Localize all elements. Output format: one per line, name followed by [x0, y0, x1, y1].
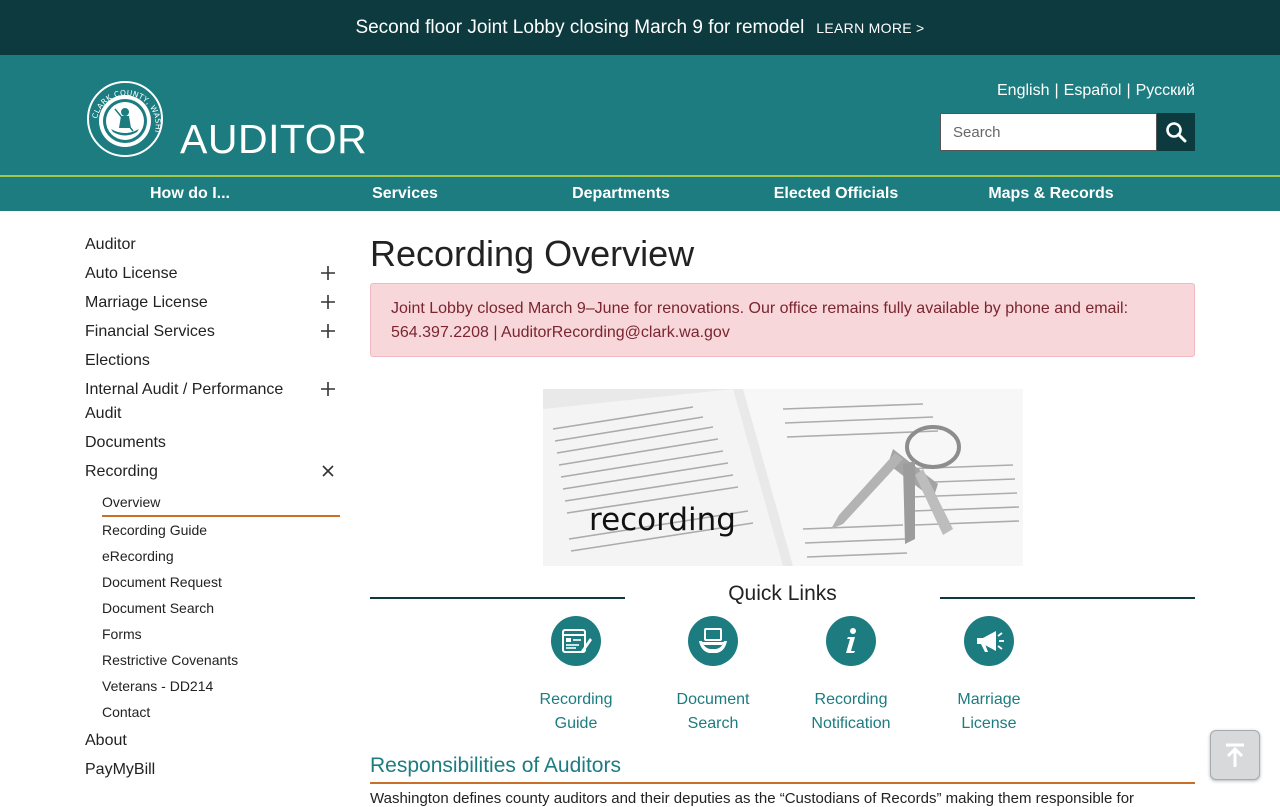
sidebar-item-label: Auto License: [85, 265, 178, 282]
responsibilities-heading: Responsibilities of Auditors: [370, 752, 1195, 784]
sidebar-item-auditor[interactable]: Auditor: [85, 231, 340, 260]
sidebar-item-label: Elections: [85, 352, 150, 369]
submenu-veterans-dd214[interactable]: Veterans - DD214: [102, 673, 340, 699]
document-form-icon: [551, 616, 601, 666]
quick-links-heading: Quick Links: [370, 580, 1195, 610]
recording-hero-image: recording: [543, 389, 1023, 566]
submenu-recording-guide[interactable]: Recording Guide: [102, 517, 340, 543]
lang-separator: |: [1054, 82, 1059, 99]
nav-elected-officials[interactable]: Elected Officials: [774, 177, 899, 211]
main-nav: How do I... Services Departments Elected…: [0, 175, 1280, 211]
site-title[interactable]: AUDITOR: [180, 119, 367, 160]
sidebar-item-label: PayMyBill: [85, 761, 156, 778]
language-switcher: English | Español | Русский: [997, 82, 1195, 100]
megaphone-icon: [964, 616, 1014, 666]
lang-separator: |: [1126, 82, 1131, 99]
quick-link-label: Marriage: [957, 691, 1021, 708]
quick-link-label: Notification: [811, 715, 891, 732]
quick-link-label: Search: [687, 715, 739, 732]
nav-maps-records[interactable]: Maps & Records: [988, 177, 1113, 211]
sidebar-item-label: Recording: [85, 463, 158, 480]
submenu-document-search[interactable]: Document Search: [102, 595, 340, 621]
alert-text-line1: Joint Lobby closed March 9–June for reno…: [391, 300, 1129, 317]
sidebar-item-label: Marriage License: [85, 294, 208, 311]
plus-icon[interactable]: [320, 265, 336, 281]
info-icon: [826, 616, 876, 666]
sidebar-item-label: Financial Services: [85, 323, 215, 340]
sidebar-item-internal-audit[interactable]: Internal Audit / Performance Audit: [85, 376, 340, 429]
plus-icon[interactable]: [320, 323, 336, 339]
quick-link-document-search[interactable]: Document Search: [653, 616, 773, 736]
alert-text-line2: 564.397.2208 | AuditorRecording@clark.wa…: [391, 324, 730, 341]
submenu-contact[interactable]: Contact: [102, 699, 340, 725]
submenu-overview[interactable]: Overview: [102, 489, 340, 517]
learn-more-link[interactable]: LEARN MORE >: [816, 20, 924, 36]
sidebar-item-label: Auditor: [85, 236, 136, 253]
nav-services[interactable]: Services: [372, 177, 438, 211]
nav-departments[interactable]: Departments: [572, 177, 670, 211]
sidebar-item-recording[interactable]: Recording: [85, 458, 340, 487]
sidebar-item-documents[interactable]: Documents: [85, 429, 340, 458]
sidebar-item-marriage-license[interactable]: Marriage License: [85, 289, 340, 318]
lang-russian[interactable]: Русский: [1136, 82, 1195, 100]
lang-english[interactable]: English: [997, 82, 1049, 100]
sidebar-item-about[interactable]: About: [85, 727, 340, 756]
main-content: Recording Overview Joint Lobby closed Ma…: [370, 231, 1195, 807]
documents-keys-illustration: [543, 389, 1023, 566]
plus-icon[interactable]: [320, 294, 336, 310]
sidebar-item-label: Documents: [85, 434, 166, 451]
submenu-erecording[interactable]: eRecording: [102, 543, 340, 569]
close-icon[interactable]: [320, 463, 336, 479]
sidebar-item-label: About: [85, 732, 127, 749]
quick-link-recording-notification[interactable]: Recording Notification: [791, 616, 911, 736]
announcement-bar: Second floor Joint Lobby closing March 9…: [0, 0, 1280, 55]
sidebar-item-financial-services[interactable]: Financial Services: [85, 318, 340, 347]
back-to-top-button[interactable]: [1210, 730, 1260, 780]
plus-icon[interactable]: [320, 381, 336, 397]
announcement-message: Second floor Joint Lobby closing March 9…: [355, 16, 805, 38]
search-button[interactable]: [1157, 113, 1195, 151]
sidebar-item-paymybill[interactable]: PayMyBill: [85, 756, 340, 785]
sidebar-item-auto-license[interactable]: Auto License: [85, 260, 340, 289]
arrow-up-icon: [1226, 743, 1244, 767]
hero-caption: recording: [589, 502, 736, 538]
quick-link-marriage-license[interactable]: Marriage License: [929, 616, 1049, 736]
recording-submenu: Overview Recording Guide eRecording Docu…: [102, 489, 340, 725]
laptop-hands-icon: [688, 616, 738, 666]
sidebar-item-elections[interactable]: Elections: [85, 347, 340, 376]
divider: [940, 597, 1195, 599]
search-icon: [1166, 122, 1187, 143]
county-seal-logo[interactable]: CLARK COUNTY, WASHINGTON: [82, 72, 165, 159]
search-form: [940, 113, 1195, 151]
responsibilities-text: Washington defines county auditors and t…: [370, 790, 1135, 807]
lobby-closure-alert: Joint Lobby closed March 9–June for reno…: [370, 283, 1195, 357]
search-input[interactable]: [940, 113, 1157, 151]
lang-spanish[interactable]: Español: [1064, 82, 1122, 100]
quick-link-label: Recording: [539, 691, 613, 708]
divider: [370, 597, 625, 599]
quick-link-label: Guide: [554, 715, 598, 732]
sidebar-item-label: Internal Audit / Performance Audit: [85, 381, 284, 422]
quick-link-recording-guide[interactable]: Recording Guide: [516, 616, 636, 736]
submenu-restrictive-covenants[interactable]: Restrictive Covenants: [102, 647, 340, 673]
submenu-forms[interactable]: Forms: [102, 621, 340, 647]
quick-links-title: Quick Links: [728, 582, 837, 605]
page-title: Recording Overview: [370, 233, 695, 274]
nav-how-do-i[interactable]: How do I...: [150, 177, 230, 211]
submenu-document-request[interactable]: Document Request: [102, 569, 340, 595]
quick-link-label: Recording: [814, 691, 888, 708]
quick-link-label: License: [961, 715, 1017, 732]
quick-link-label: Document: [676, 691, 750, 708]
sidebar-nav: Auditor Auto License Marriage License Fi…: [85, 231, 340, 785]
site-header: CLARK COUNTY, WASHINGTON AUDITOR English…: [0, 55, 1280, 175]
